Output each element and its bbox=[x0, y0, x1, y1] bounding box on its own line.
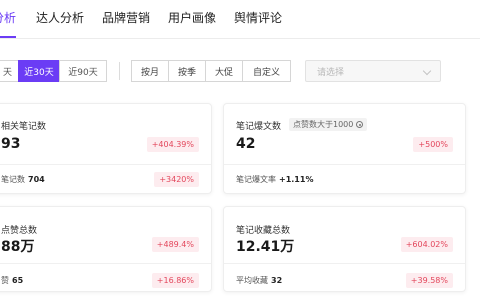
period-quarter-button[interactable]: 按季 bbox=[169, 60, 206, 82]
card-divider bbox=[0, 164, 211, 165]
sub-value: 65 bbox=[12, 276, 24, 285]
filter-select[interactable]: 请选择 bbox=[305, 60, 441, 82]
card-title: 点赞总数 bbox=[1, 226, 38, 236]
tab-public-opinion[interactable]: 舆情评论 bbox=[234, 10, 282, 26]
card-value: 42 bbox=[236, 136, 256, 152]
card-title: 笔记收藏总数 bbox=[236, 226, 291, 236]
change-badge: +489.4% bbox=[151, 237, 199, 252]
sub-label: 赞 bbox=[1, 276, 9, 285]
card-divider bbox=[0, 263, 211, 264]
filter-divider bbox=[119, 62, 120, 80]
period-month-button[interactable]: 按月 bbox=[131, 60, 169, 82]
tag-label: 点赞数大于1000 bbox=[293, 120, 354, 129]
card-sub-metric: 赞 65 bbox=[1, 275, 23, 286]
change-badge: +500% bbox=[413, 137, 453, 152]
sub-change-badge: +16.86% bbox=[151, 273, 199, 288]
range-option-30d[interactable]: 近30天 bbox=[18, 60, 60, 82]
card-value: 88万 bbox=[1, 239, 35, 255]
card-divider bbox=[224, 263, 465, 264]
sub-label: 平均收藏 bbox=[236, 276, 268, 285]
period-promo-button[interactable]: 大促 bbox=[206, 60, 243, 82]
select-placeholder: 请选择 bbox=[317, 67, 345, 78]
metric-card-viral-notes: 笔记爆文数 点赞数大于1000 42 +500% 笔记爆文率 +1.11% bbox=[223, 103, 466, 194]
range-option-partial[interactable]: 天 bbox=[0, 60, 19, 82]
condition-tag: 点赞数大于1000 bbox=[289, 118, 368, 131]
card-value: 12.41万 bbox=[236, 239, 295, 255]
metric-card-related-notes: 相关笔记数 93 +404.39% 笔记数 704 +3420% bbox=[0, 103, 212, 194]
period-custom-button[interactable]: 自定义 bbox=[243, 60, 291, 82]
tab-analysis[interactable]: 分析 bbox=[0, 10, 16, 26]
top-nav: 分析 达人分析 品牌营销 用户画像 舆情评论 bbox=[0, 0, 480, 39]
sub-value: 32 bbox=[271, 276, 283, 285]
sub-value: +1.11% bbox=[279, 175, 314, 184]
card-title: 笔记爆文数 bbox=[236, 122, 282, 132]
active-tab-indicator bbox=[0, 36, 16, 38]
metric-card-total-likes: 点赞总数 88万 +489.4% 赞 65 +16.86% bbox=[0, 206, 212, 292]
card-title: 相关笔记数 bbox=[1, 122, 47, 132]
sub-value: 704 bbox=[28, 175, 45, 184]
range-option-90d[interactable]: 近90天 bbox=[59, 60, 107, 82]
metric-card-total-favorites: 笔记收藏总数 12.41万 +604.02% 平均收藏 32 +39.58% bbox=[223, 206, 466, 292]
sub-label: 笔记爆文率 bbox=[236, 175, 276, 184]
card-sub-metric: 笔记爆文率 +1.11% bbox=[236, 174, 313, 185]
card-value: 93 bbox=[1, 136, 21, 152]
card-divider bbox=[224, 164, 465, 165]
sub-change-badge: +3420% bbox=[154, 172, 199, 187]
tab-user-profile[interactable]: 用户画像 bbox=[168, 10, 216, 26]
tab-brand-marketing[interactable]: 品牌营销 bbox=[102, 10, 150, 26]
sub-label: 笔记数 bbox=[1, 175, 25, 184]
gear-icon[interactable] bbox=[356, 121, 364, 128]
card-sub-metric: 笔记数 704 bbox=[1, 174, 45, 185]
sub-change-badge: +39.58% bbox=[405, 273, 453, 288]
chevron-down-icon bbox=[422, 66, 432, 76]
card-sub-metric: 平均收藏 32 bbox=[236, 275, 282, 286]
tab-influencer-analysis[interactable]: 达人分析 bbox=[36, 10, 84, 26]
change-badge: +404.39% bbox=[146, 137, 199, 152]
change-badge: +604.02% bbox=[400, 237, 453, 252]
